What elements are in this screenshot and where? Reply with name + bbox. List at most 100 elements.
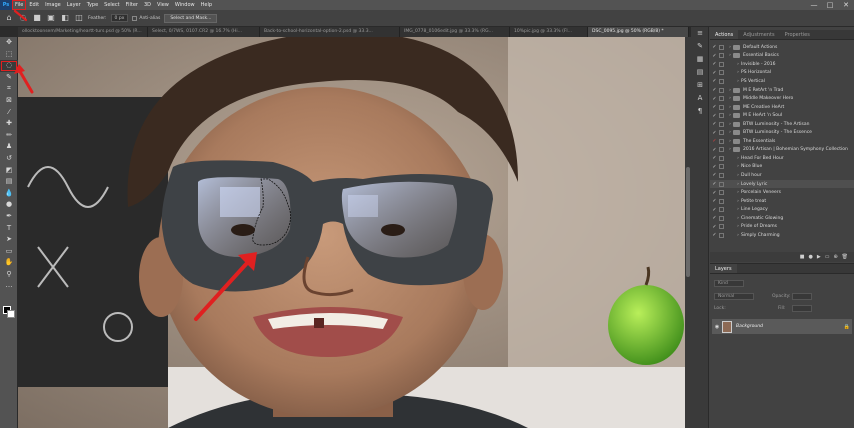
menu-layer[interactable]: Layer — [64, 0, 84, 10]
healing-brush-tool-icon[interactable]: ✚ — [0, 118, 18, 130]
delete-icon[interactable]: 🗑 — [842, 254, 848, 260]
dialog-toggle-box[interactable] — [719, 78, 724, 84]
dialog-toggle-box[interactable] — [719, 53, 724, 59]
action-row[interactable]: ✓ › Porcelain Veneers — [710, 188, 854, 197]
action-row[interactable]: ✓ › Invisible - 2016 — [710, 60, 854, 69]
opacity-input[interactable] — [792, 293, 812, 300]
feather-input[interactable]: 0 px — [110, 14, 129, 22]
action-row[interactable]: ✓ › Simply Charming — [710, 231, 854, 240]
toggle-check-icon[interactable]: ✓ — [710, 53, 719, 59]
play-icon[interactable]: ▶ — [817, 254, 821, 260]
dialog-toggle-box[interactable] — [719, 44, 724, 50]
select-and-mask-button[interactable]: Select and Mask... — [164, 13, 218, 23]
toggle-check-icon[interactable]: ✓ — [710, 78, 719, 84]
dialog-toggle-box[interactable] — [719, 224, 724, 230]
dialog-toggle-box[interactable] — [719, 164, 724, 170]
add-selection-icon[interactable]: ▣ — [46, 13, 56, 23]
toggle-check-icon[interactable]: ✓ — [710, 44, 719, 50]
document-tab[interactable]: Select, 0/7WS, 0107.CR2 @ 16.7% (Hi... — [148, 27, 260, 37]
menu-image[interactable]: Image — [42, 0, 64, 10]
toggle-check-icon[interactable]: ✓ — [710, 61, 719, 67]
eyedropper-tool-icon[interactable]: ⁄ — [0, 107, 18, 119]
antialias-checkbox[interactable]: Anti-alias — [132, 15, 160, 21]
dialog-toggle-box[interactable] — [719, 113, 724, 119]
tab-properties[interactable]: Properties — [780, 30, 815, 39]
tab-actions[interactable]: Actions — [710, 30, 739, 39]
toggle-check-icon[interactable]: ✓ — [710, 87, 719, 93]
action-row[interactable]: ✓ › PS Horizontal — [710, 69, 854, 78]
eraser-tool-icon[interactable]: ◩ — [0, 165, 18, 177]
action-row[interactable]: ✓ › PS Vertical — [710, 77, 854, 86]
type-tool-icon[interactable]: T — [0, 223, 18, 235]
action-row[interactable]: ✓ › Nice Blue — [710, 163, 854, 172]
toggle-check-icon[interactable]: ✓ — [710, 121, 719, 127]
new-set-icon[interactable]: ▭ — [825, 254, 830, 260]
dialog-toggle-box[interactable] — [719, 207, 724, 213]
brush-panel-icon[interactable]: ✎ — [691, 40, 709, 53]
menu-3d[interactable]: 3D — [141, 0, 154, 10]
visibility-eye-icon[interactable]: ◉ — [712, 324, 722, 330]
history-brush-tool-icon[interactable]: ↺ — [0, 153, 18, 165]
intersect-selection-icon[interactable]: ◫ — [74, 13, 84, 23]
dialog-toggle-box[interactable] — [719, 181, 724, 187]
character-panel-icon[interactable]: A — [691, 92, 709, 105]
hand-tool-icon[interactable]: ✋ — [0, 257, 18, 269]
action-row[interactable]: ✓ › Lovely Lyric — [710, 179, 854, 189]
menu-type[interactable]: Type — [84, 0, 101, 10]
dialog-toggle-box[interactable] — [719, 130, 724, 136]
swatches-panel-icon[interactable]: ▦ — [691, 53, 709, 66]
toggle-check-icon[interactable]: ✓ — [710, 207, 719, 213]
layer-row-background[interactable]: ◉ Background 🔒 — [712, 319, 852, 334]
gradients-panel-icon[interactable]: ▤ — [691, 66, 709, 79]
blur-tool-icon[interactable]: 💧 — [0, 188, 18, 200]
dialog-toggle-box[interactable] — [719, 70, 724, 76]
subtract-selection-icon[interactable]: ◧ — [60, 13, 70, 23]
tab-adjustments[interactable]: Adjustments — [738, 30, 779, 39]
menu-window[interactable]: Window — [172, 0, 198, 10]
stop-icon[interactable]: ■ — [800, 254, 805, 260]
action-row[interactable]: ✓ › Petite treat — [710, 197, 854, 206]
menu-view[interactable]: View — [154, 0, 172, 10]
toggle-check-icon[interactable]: ✓ — [710, 155, 719, 161]
toggle-check-icon[interactable]: ✓ — [710, 130, 719, 136]
action-row[interactable]: ✓ › Default Actions — [710, 43, 854, 52]
paragraph-panel-icon[interactable]: ¶ — [691, 105, 709, 118]
toggle-check-icon[interactable]: ✓ — [710, 215, 719, 221]
action-row[interactable]: ✓ › The Essentials — [710, 137, 854, 146]
action-row[interactable]: ✓ › Middle Makeover Hero — [710, 94, 854, 103]
dialog-toggle-box[interactable] — [719, 172, 724, 178]
dodge-tool-icon[interactable]: ● — [0, 199, 18, 211]
dialog-toggle-box[interactable] — [719, 147, 724, 153]
new-selection-icon[interactable]: ■ — [32, 13, 42, 23]
toggle-check-icon[interactable]: ✓ — [710, 224, 719, 230]
dialog-toggle-box[interactable] — [719, 232, 724, 238]
dialog-toggle-box[interactable] — [719, 155, 724, 161]
dialog-toggle-box[interactable] — [719, 121, 724, 127]
action-row[interactable]: ✓ › Dull hour — [710, 171, 854, 180]
dialog-toggle-box[interactable] — [719, 215, 724, 221]
brush-tool-icon[interactable]: ✏ — [0, 130, 18, 142]
action-row[interactable]: ✓ › Essential Basics — [710, 52, 854, 61]
history-panel-icon[interactable]: ≡ — [691, 27, 709, 40]
action-row[interactable]: ✓ › M E RetArt 'n Trad — [710, 86, 854, 95]
toggle-check-icon[interactable]: ✓ — [710, 190, 719, 196]
photo-canvas[interactable] — [18, 37, 689, 428]
move-tool-icon[interactable]: ✥ — [0, 37, 18, 49]
minimize-button[interactable]: — — [806, 0, 822, 10]
action-row[interactable]: ✓ › Pride of Dreams — [710, 222, 854, 231]
action-row[interactable]: ✓ › ME Creative HeArt — [710, 103, 854, 112]
dialog-toggle-box[interactable] — [719, 190, 724, 196]
new-action-icon[interactable]: ⊕ — [833, 254, 837, 260]
document-tab[interactable]: Back-to-school-horizontal-option-2.psd @… — [260, 27, 400, 37]
pen-tool-icon[interactable]: ✒ — [0, 211, 18, 223]
patterns-panel-icon[interactable]: ⊞ — [691, 79, 709, 92]
background-color-swatch[interactable] — [7, 310, 15, 318]
toggle-check-icon[interactable]: ✓ — [710, 164, 719, 170]
action-row[interactable]: ✓ › Cinematic Glowing — [710, 214, 854, 223]
tab-layers[interactable]: Layers — [710, 264, 737, 273]
dialog-toggle-box[interactable] — [719, 138, 724, 144]
gradient-tool-icon[interactable]: ▤ — [0, 176, 18, 188]
toggle-check-icon[interactable]: ✓ — [710, 70, 719, 76]
record-icon[interactable]: ● — [808, 254, 812, 260]
more-tools-icon[interactable]: … — [0, 280, 18, 292]
